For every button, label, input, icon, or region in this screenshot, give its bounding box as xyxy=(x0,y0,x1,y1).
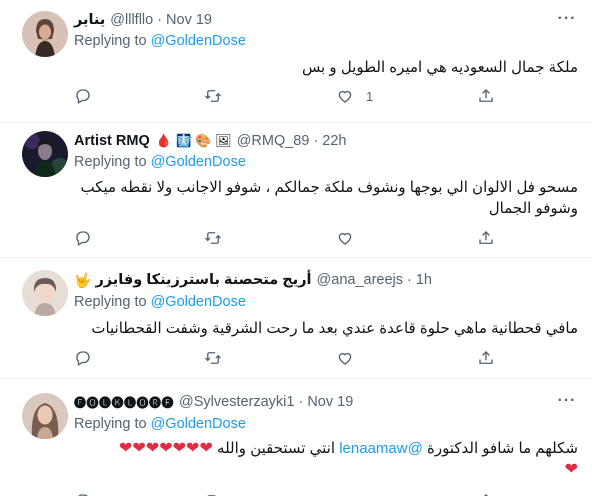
reply-button[interactable] xyxy=(74,228,92,248)
replying-label: Replying to xyxy=(74,33,147,49)
like-button[interactable] xyxy=(336,491,354,496)
separator-dot: · xyxy=(298,394,304,410)
reply-icon xyxy=(78,494,88,496)
tweet-actions: 1 xyxy=(74,86,514,106)
tweet-text-line: مسحو فل الالوان الي بوجها ونشوف ملكة جما… xyxy=(80,179,578,196)
user-handle[interactable]: @ana_areejs xyxy=(317,272,403,288)
like-count: 1 xyxy=(366,88,374,104)
tweet-text: مسحو فل الالوان الي بوجها ونشوف ملكة جما… xyxy=(68,177,578,219)
display-name[interactable]: Artist RMQ xyxy=(74,133,150,149)
reply-tweet[interactable]: يناير @lllfllo · Nov 19 ··· Replying to … xyxy=(0,0,592,123)
reply-tweet[interactable]: 🅕🅞🅛🅚🅛🅞🅡🅔 @Sylvesterzayki1 · Nov 19 ··· R… xyxy=(0,379,592,496)
replying-mention[interactable]: @GoldenDose xyxy=(151,294,246,310)
framed-picture-emoji: 🖼 xyxy=(215,133,232,148)
like-icon xyxy=(338,352,352,365)
heart-emoji: ❤ xyxy=(564,461,578,478)
like-icon xyxy=(338,232,352,245)
reply-tweet[interactable]: Artist RMQ 🩸 🩻 🎨 🖼 @RMQ_89 · 22h Replyin… xyxy=(0,123,592,258)
separator-dot: · xyxy=(313,133,319,149)
share-icon xyxy=(484,494,488,496)
share-button[interactable] xyxy=(477,228,495,248)
display-name[interactable]: يناير xyxy=(74,12,105,28)
like-button[interactable] xyxy=(336,348,354,368)
like-button[interactable] xyxy=(336,228,354,248)
retweet-button[interactable] xyxy=(204,86,222,106)
tweet-text-line: وشوفو الجمال xyxy=(488,200,578,217)
replying-to: Replying to @GoldenDose xyxy=(74,33,246,49)
share-button[interactable] xyxy=(477,86,495,106)
tweet-header: يناير @lllfllo · Nov 19 xyxy=(74,10,212,30)
tweet-mention[interactable]: @lenaamaw xyxy=(339,440,423,457)
tweet-text-line: ❤ xyxy=(68,459,578,480)
tweet-header: 🤟 أريج متحصنة باسترزينكا وفايزر @ana_are… xyxy=(74,270,432,290)
tweet-text-line: شكلهم ما شافو الدكتورة @lenaamaw انتي تس… xyxy=(68,438,578,459)
tweet-text: ملكة جمال السعوديه هي اميره الطويل و بس xyxy=(301,59,578,76)
palette-emoji: 🎨 xyxy=(195,133,212,148)
retweet-button[interactable] xyxy=(204,348,222,368)
timestamp[interactable]: Nov 19 xyxy=(166,12,212,28)
tweet-actions xyxy=(74,348,514,368)
reply-icon xyxy=(76,231,90,246)
separator-dot: · xyxy=(407,272,412,288)
retweet-icon xyxy=(205,352,221,364)
reply-tweet[interactable]: 🤟 أريج متحصنة باسترزينكا وفايزر @ana_are… xyxy=(0,258,592,379)
replying-label: Replying to xyxy=(74,416,147,432)
tweet-text-prefix: شكلهم ما شافو الدكتورة xyxy=(426,440,578,457)
reply-icon xyxy=(76,351,90,366)
replying-mention[interactable]: @GoldenDose xyxy=(151,154,246,170)
reply-button[interactable] xyxy=(74,491,92,496)
replies-feed: يناير @lllfllo · Nov 19 ··· Replying to … xyxy=(0,0,592,496)
reply-icon xyxy=(76,89,90,104)
share-icon xyxy=(479,89,493,102)
replying-mention[interactable]: @GoldenDose xyxy=(151,33,246,49)
more-icon[interactable]: ··· xyxy=(556,11,578,32)
replying-to: Replying to @GoldenDose xyxy=(74,416,246,432)
avatar[interactable] xyxy=(22,11,68,57)
timestamp[interactable]: Nov 19 xyxy=(307,394,353,410)
display-name[interactable]: أريج متحصنة باسترزينكا وفايزر xyxy=(95,272,311,288)
replying-label: Replying to xyxy=(74,294,147,310)
retweet-icon xyxy=(207,495,216,496)
retweet-icon xyxy=(205,232,221,244)
avatar[interactable] xyxy=(22,393,68,439)
like-icon xyxy=(338,90,352,103)
like-button[interactable]: 1 xyxy=(336,86,373,106)
more-icon[interactable]: ··· xyxy=(556,393,578,414)
retweet-icon xyxy=(205,90,221,102)
reply-button[interactable] xyxy=(74,348,92,368)
separator-dot: · xyxy=(157,12,163,28)
tweet-text: مافي قحطانية ماهي حلوة قاعدة عندي بعد ما… xyxy=(91,320,578,337)
replying-mention[interactable]: @GoldenDose xyxy=(151,416,246,432)
tweet-text-suffix: انتي تستحقين والله xyxy=(217,440,336,457)
timestamp[interactable]: 1h xyxy=(416,272,432,288)
timestamp[interactable]: 22h xyxy=(322,133,346,149)
display-name[interactable]: 🅕🅞🅛🅚🅛🅞🅡🅔 xyxy=(74,394,174,411)
reply-button[interactable] xyxy=(74,86,92,106)
tweet-text: شكلهم ما شافو الدكتورة @lenaamaw انتي تس… xyxy=(68,438,578,480)
avatar[interactable] xyxy=(22,131,68,177)
like-icon xyxy=(341,495,349,496)
hearts-emoji: ❤❤❤❤❤❤❤ xyxy=(119,440,213,457)
share-button[interactable] xyxy=(477,491,495,496)
drop-of-blood-emoji: 🩸 xyxy=(155,133,172,148)
retweet-button[interactable] xyxy=(204,228,222,248)
avatar[interactable] xyxy=(22,270,68,316)
share-icon xyxy=(479,231,493,244)
replying-to: Replying to @GoldenDose xyxy=(74,294,246,310)
tweet-actions xyxy=(74,491,514,496)
replying-label: Replying to xyxy=(74,154,147,170)
name-emojis: 🩸 🩻 🎨 🖼 xyxy=(156,133,232,149)
retweet-button[interactable] xyxy=(204,491,222,496)
tweet-actions xyxy=(74,228,514,248)
replying-to: Replying to @GoldenDose xyxy=(74,154,246,170)
love-you-gesture-emoji: 🤟 xyxy=(74,271,92,288)
share-button[interactable] xyxy=(477,348,495,368)
tweet-header: Artist RMQ 🩸 🩻 🎨 🖼 @RMQ_89 · 22h xyxy=(74,131,346,151)
x-ray-emoji: 🩻 xyxy=(175,133,192,148)
tweet-header: 🅕🅞🅛🅚🅛🅞🅡🅔 @Sylvesterzayki1 · Nov 19 xyxy=(74,392,353,412)
user-handle[interactable]: @RMQ_89 xyxy=(237,133,310,149)
user-handle[interactable]: @Sylvesterzayki1 xyxy=(179,394,294,410)
share-icon xyxy=(479,351,493,364)
user-handle[interactable]: @lllfllo xyxy=(110,12,153,28)
